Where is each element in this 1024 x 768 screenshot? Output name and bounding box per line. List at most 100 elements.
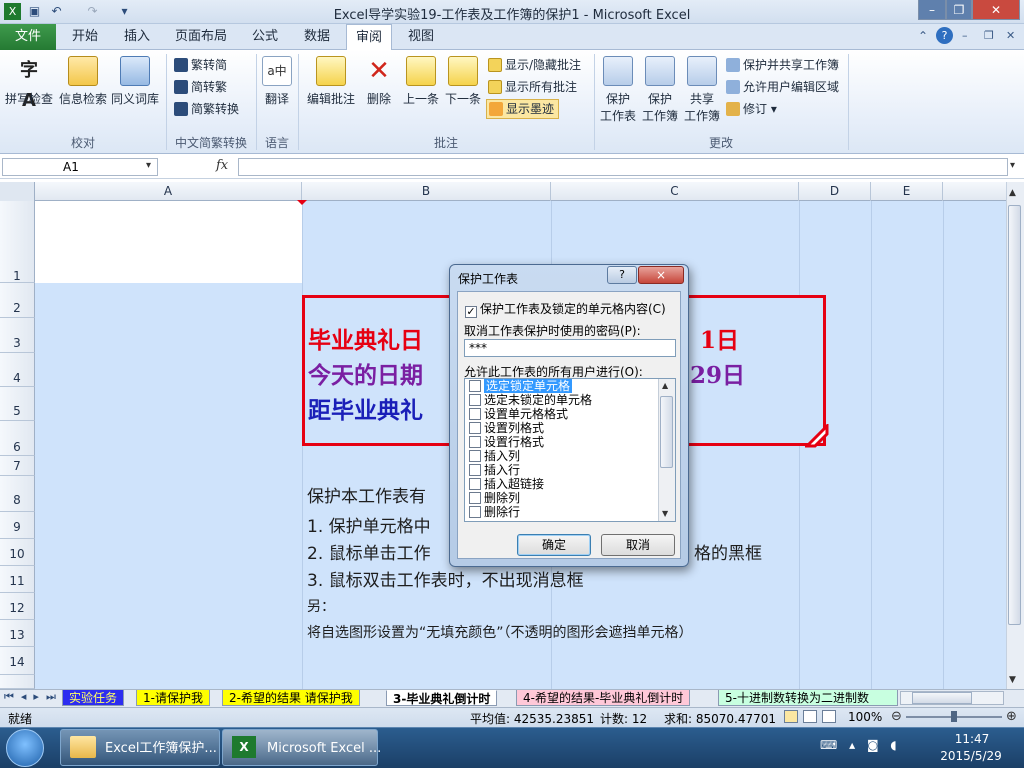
password-input[interactable]: *** [464, 339, 676, 357]
permission-checkbox[interactable] [469, 422, 481, 434]
page-layout-view-icon[interactable] [803, 710, 817, 723]
row-header-6[interactable]: 6 [0, 421, 35, 456]
column-header-a[interactable]: A [35, 182, 302, 201]
dialog-help-button[interactable]: ? [607, 266, 637, 284]
tray-icons[interactable]: ⌨ ▴ ◙ ◖ [820, 738, 901, 752]
row-header-14[interactable]: 14 [0, 647, 35, 675]
vertical-scroll-thumb[interactable] [1008, 205, 1021, 625]
row-header-3[interactable]: 3 [0, 318, 35, 353]
permission-checkbox[interactable] [469, 464, 481, 476]
show-hide-comment-button[interactable]: 显示/隐藏批注 [488, 55, 581, 75]
next-comment-button[interactable]: 下一条 [442, 56, 484, 107]
to-traditional-button[interactable]: 简转繁 [174, 77, 227, 97]
protect-sheet-button[interactable]: 保护 工作表 [596, 56, 640, 124]
list-item[interactable]: 选定锁定单元格 [465, 379, 675, 393]
row-header-5[interactable]: 5 [0, 387, 35, 421]
row-header-7[interactable]: 7 [0, 456, 35, 476]
sheet-tab-1[interactable]: 1-请保护我 [136, 690, 210, 706]
list-scroll-down-icon[interactable]: ▼ [662, 509, 668, 518]
permission-checkbox[interactable] [469, 450, 481, 462]
tab-data[interactable]: 数据 [294, 24, 340, 50]
sheet-tab-3-active[interactable]: 3-毕业典礼倒计时 [386, 690, 498, 706]
dialog-close-button[interactable]: × [638, 266, 684, 284]
translate-button[interactable]: a中 翻译 [258, 56, 296, 107]
workbook-close-icon[interactable]: ✕ [1006, 29, 1015, 42]
insert-function-icon[interactable]: fx [216, 158, 228, 173]
to-simplified-button[interactable]: 繁转简 [174, 55, 227, 75]
track-changes-button[interactable]: 修订 ▾ [726, 99, 777, 119]
row-header-2[interactable]: 2 [0, 283, 35, 318]
list-item[interactable]: 设置列格式 [465, 421, 675, 435]
scroll-down-icon[interactable]: ▼ [1009, 675, 1016, 685]
row-header-11[interactable]: 11 [0, 566, 35, 593]
sheet-nav-icons[interactable]: ⏮◂▸⏭ [4, 690, 63, 704]
spell-check-button[interactable]: 字A 拼写检查 [4, 56, 54, 111]
permission-checkbox[interactable] [469, 436, 481, 448]
share-workbook-button[interactable]: 共享 工作簿 [680, 56, 724, 124]
clock-time[interactable]: 11:47 [944, 732, 1000, 746]
sheet-tab-5[interactable]: 5-十进制数转换为二进制数 [718, 690, 898, 706]
row-header-9[interactable]: 9 [0, 512, 35, 539]
column-header-c[interactable]: C [551, 182, 799, 201]
permission-checkbox[interactable] [469, 380, 481, 392]
row-header-1[interactable]: 1 [0, 201, 35, 283]
page-break-view-icon[interactable] [822, 710, 836, 723]
research-button[interactable]: 信息检索 [58, 56, 108, 107]
column-header-b[interactable]: B [302, 182, 551, 201]
list-item[interactable]: 插入超链接 [465, 477, 675, 491]
row-header-10[interactable]: 10 [0, 539, 35, 566]
sheet-tab-task[interactable]: 实验任务 [62, 690, 125, 706]
clock-date[interactable]: 2015/5/29 [934, 749, 1008, 763]
minimize-ribbon-icon[interactable]: ⌃ [918, 29, 928, 43]
cancel-button[interactable]: 取消 [601, 534, 675, 556]
tab-page-layout[interactable]: 页面布局 [168, 24, 234, 50]
tab-home[interactable]: 开始 [62, 24, 108, 50]
permission-checkbox[interactable] [469, 394, 481, 406]
normal-view-icon[interactable] [784, 710, 798, 723]
thesaurus-button[interactable]: 同义词库 [110, 56, 160, 107]
close-window-button[interactable]: ✕ [972, 0, 1020, 20]
start-button[interactable] [6, 729, 44, 767]
list-item[interactable]: 设置行格式 [465, 435, 675, 449]
tab-insert[interactable]: 插入 [114, 24, 160, 50]
row-header-12[interactable]: 12 [0, 593, 35, 620]
row-header-15[interactable] [0, 675, 35, 689]
horizontal-scroll-thumb[interactable] [912, 692, 972, 704]
protect-checkbox[interactable]: ✓ [465, 306, 477, 318]
permission-checkbox[interactable] [469, 478, 481, 490]
protect-checkbox-row[interactable]: ✓ 保护工作表及锁定的单元格内容(C) [465, 300, 666, 318]
sheet-tab-4[interactable]: 4-希望的结果-毕业典礼倒计时 [516, 690, 691, 706]
sheet-tab-2[interactable]: 2-希望的结果 请保护我 [222, 690, 360, 706]
list-item[interactable]: 选定未锁定的单元格 [465, 393, 675, 407]
zoom-out-icon[interactable]: ⊖ [891, 709, 902, 724]
list-item[interactable]: 设置单元格格式 [465, 407, 675, 421]
help-icon[interactable]: ? [936, 27, 953, 44]
list-scroll-thumb[interactable] [660, 396, 673, 468]
formula-input[interactable] [238, 158, 1008, 176]
zoom-slider-thumb[interactable] [951, 711, 957, 722]
expand-formula-bar-icon[interactable]: ▾ [1010, 160, 1015, 171]
permission-checkbox[interactable] [469, 408, 481, 420]
permission-checkbox[interactable] [469, 506, 481, 518]
select-all-button[interactable] [0, 182, 35, 201]
row-header-4[interactable]: 4 [0, 353, 35, 387]
zoom-in-icon[interactable]: ⊕ [1006, 709, 1017, 724]
show-ink-button[interactable]: 显示墨迹 [486, 99, 560, 119]
ok-button[interactable]: 确定 [517, 534, 591, 556]
previous-comment-button[interactable]: 上一条 [400, 56, 442, 107]
minimize-button[interactable]: – [918, 0, 946, 20]
show-all-comments-button[interactable]: 显示所有批注 [488, 77, 577, 97]
delete-comment-button[interactable]: ✕ 删除 [360, 56, 398, 107]
name-box-dropdown-icon[interactable]: ▾ [146, 160, 151, 171]
tab-formulas[interactable]: 公式 [242, 24, 288, 50]
cell-a1[interactable] [35, 201, 302, 283]
list-item[interactable]: 删除列 [465, 491, 675, 505]
maximize-button[interactable]: ❐ [946, 0, 972, 20]
list-scroll-up-icon[interactable]: ▲ [662, 381, 668, 390]
list-item[interactable]: 插入行 [465, 463, 675, 477]
file-tab[interactable]: 文件 [0, 24, 56, 50]
tab-review[interactable]: 审阅 [346, 24, 392, 51]
list-item[interactable]: 删除行 [465, 505, 675, 519]
edit-comment-button[interactable]: 编辑批注 [304, 56, 358, 107]
scroll-up-icon[interactable]: ▲ [1009, 188, 1016, 198]
